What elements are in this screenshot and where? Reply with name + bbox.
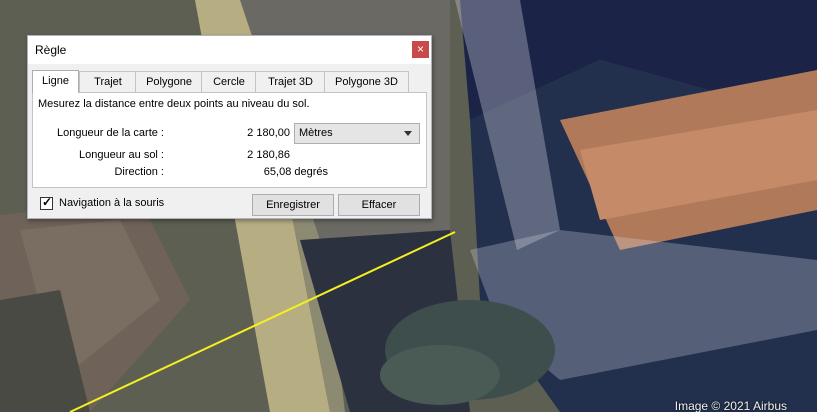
save-button[interactable]: Enregistrer <box>252 194 334 216</box>
tab-circle[interactable]: Cercle <box>201 71 257 92</box>
dialog-titlebar[interactable]: Règle × <box>28 36 431 64</box>
measure-description: Mesurez la distance entre deux points au… <box>38 98 310 110</box>
close-button[interactable]: × <box>412 41 429 58</box>
map-length-label: Longueur de la carte : <box>56 127 164 139</box>
chevron-down-icon <box>404 131 412 136</box>
unit-selected-value: Mètres <box>299 127 333 139</box>
tab-line[interactable]: Ligne <box>32 70 79 93</box>
mouse-navigation-label: Navigation à la souris <box>59 197 165 209</box>
line-tab-panel: Mesurez la distance entre deux points au… <box>32 92 427 188</box>
tab-path[interactable]: Trajet <box>79 71 137 92</box>
clear-button[interactable]: Effacer <box>338 194 420 216</box>
measure-tabs: Ligne Trajet Polygone Cercle Trajet 3D P… <box>32 70 427 93</box>
map-length-value: 2 180,00 <box>247 127 290 139</box>
tab-polygon[interactable]: Polygone <box>135 71 203 92</box>
mouse-navigation-checkbox[interactable]: ✓ <box>40 195 53 210</box>
close-icon: × <box>416 42 424 56</box>
ruler-dialog: Règle × Ligne Trajet Polygone Cercle Tra… <box>27 35 432 219</box>
ground-length-value: 2 180,86 <box>247 149 290 161</box>
map-attribution: Image © 2021 Airbus <box>674 399 787 412</box>
direction-value: 65,08 degrés <box>263 166 328 178</box>
direction-label: Direction : <box>114 166 164 178</box>
tab-polygon-3d[interactable]: Polygone 3D <box>324 71 409 92</box>
dialog-title: Règle <box>35 43 67 57</box>
tab-path-3d[interactable]: Trajet 3D <box>255 71 326 92</box>
unit-select[interactable]: Mètres <box>294 123 420 144</box>
ground-length-label: Longueur au sol : <box>78 149 164 161</box>
check-icon: ✓ <box>42 195 53 209</box>
